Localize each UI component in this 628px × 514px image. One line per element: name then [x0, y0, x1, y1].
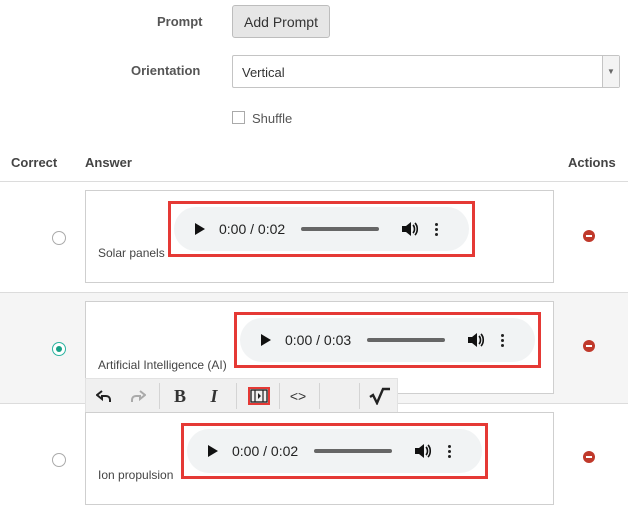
column-header-actions: Actions [568, 155, 616, 170]
audio-progress-slider[interactable] [367, 338, 446, 342]
correct-radio-3[interactable] [52, 453, 66, 467]
orientation-label: Orientation [131, 63, 201, 78]
correct-radio-2[interactable] [52, 342, 66, 356]
media-icon[interactable] [248, 387, 270, 405]
answer-text: Artificial Intelligence (AI) [98, 358, 227, 372]
volume-icon[interactable] [467, 332, 485, 348]
more-options-icon[interactable] [501, 333, 505, 347]
audio-player-1[interactable]: 0:00 / 0:02 [168, 201, 475, 257]
shuffle-checkbox[interactable] [232, 111, 245, 124]
correct-radio-1[interactable] [52, 231, 66, 245]
audio-time: 0:00 / 0:03 [285, 332, 352, 348]
column-header-correct: Correct [11, 155, 58, 170]
column-header-answer: Answer [85, 155, 132, 170]
audio-player-2[interactable]: 0:00 / 0:03 [234, 312, 541, 368]
toolbar-separator [359, 383, 360, 409]
prompt-label: Prompt [157, 14, 203, 29]
toolbar-separator [319, 383, 320, 409]
divider [0, 181, 628, 182]
math-icon[interactable] [368, 379, 392, 413]
play-icon[interactable] [208, 445, 218, 457]
chevron-down-icon[interactable]: ▼ [602, 56, 619, 87]
audio-progress-slider[interactable] [301, 227, 380, 231]
audio-player-3[interactable]: 0:00 / 0:02 [181, 423, 488, 479]
audio-progress-slider[interactable] [314, 449, 393, 453]
play-icon[interactable] [261, 334, 271, 346]
more-options-icon[interactable] [435, 222, 439, 236]
toolbar-separator [159, 383, 160, 409]
audio-time: 0:00 / 0:02 [232, 443, 299, 459]
volume-icon[interactable] [414, 443, 432, 459]
volume-icon[interactable] [401, 221, 419, 237]
play-icon[interactable] [195, 223, 205, 235]
editor-toolbar: B I <> [85, 378, 398, 414]
toolbar-separator [236, 383, 237, 409]
divider [0, 292, 628, 293]
delete-answer-icon[interactable] [583, 451, 595, 463]
redo-icon[interactable] [126, 379, 150, 413]
add-prompt-button[interactable]: Add Prompt [232, 5, 330, 38]
bold-icon[interactable]: B [168, 379, 192, 413]
answer-text: Solar panels [98, 246, 165, 260]
answer-text: Ion propulsion [98, 468, 174, 482]
orientation-select[interactable]: Vertical ▼ [232, 55, 620, 88]
shuffle-label: Shuffle [252, 111, 293, 126]
orientation-value: Vertical [242, 65, 285, 80]
undo-icon[interactable] [92, 379, 116, 413]
toolbar-separator [279, 383, 280, 409]
code-icon[interactable]: <> [286, 379, 310, 413]
delete-answer-icon[interactable] [583, 230, 595, 242]
more-options-icon[interactable] [448, 444, 452, 458]
audio-time: 0:00 / 0:02 [219, 221, 286, 237]
delete-answer-icon[interactable] [583, 340, 595, 352]
italic-icon[interactable]: I [202, 379, 226, 413]
